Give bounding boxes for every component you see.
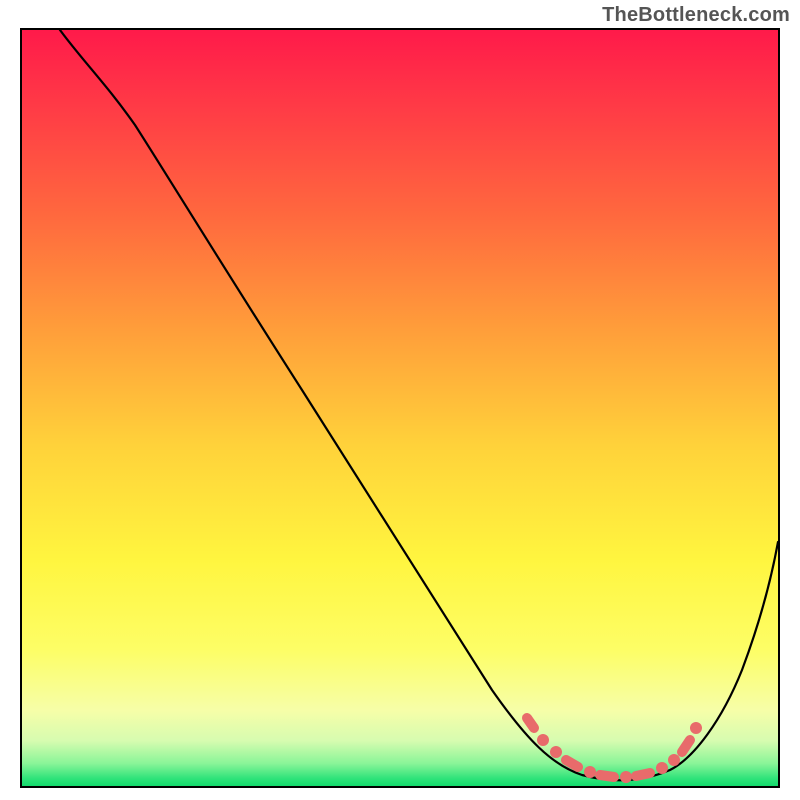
highlight-dots xyxy=(527,718,702,783)
curve-overlay xyxy=(22,30,778,786)
chart-container: TheBottleneck.com xyxy=(0,0,800,800)
watermark-text: TheBottleneck.com xyxy=(602,4,790,27)
bottleneck-curve xyxy=(60,30,778,780)
plot-area xyxy=(20,28,780,788)
